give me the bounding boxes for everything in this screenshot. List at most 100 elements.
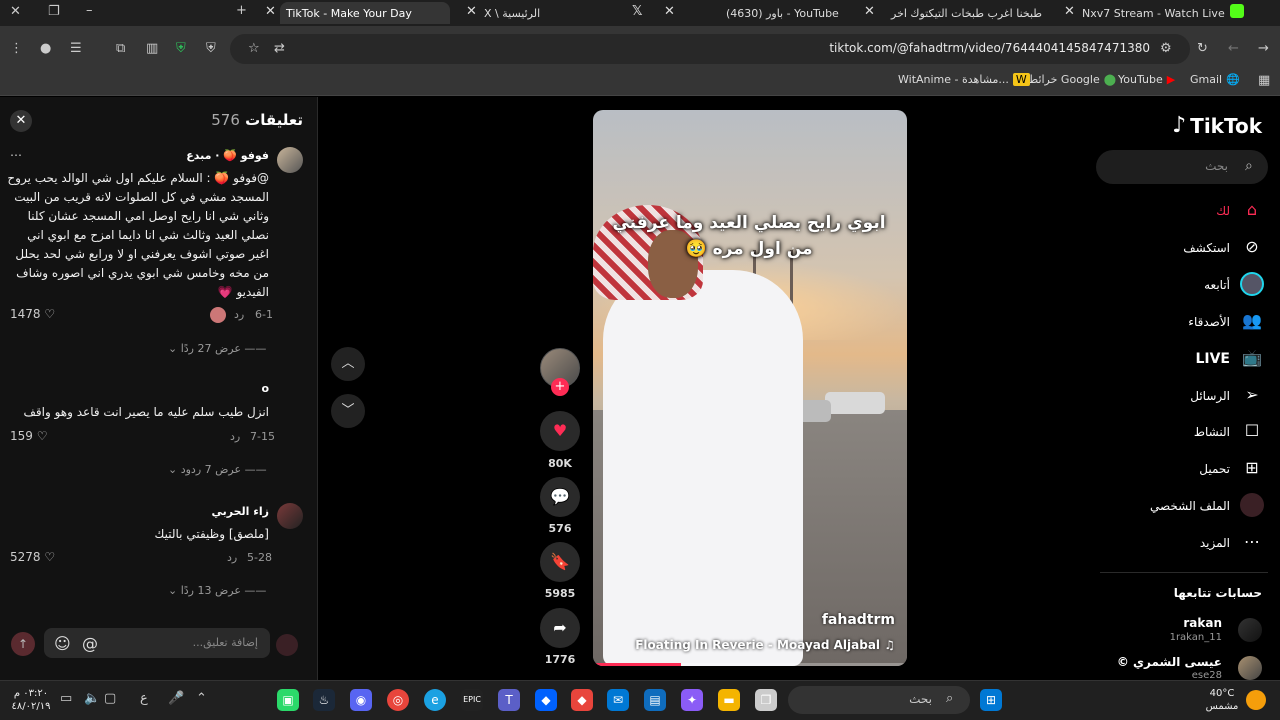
forward-icon[interactable]: ← bbox=[1228, 41, 1239, 56]
bookmark-youtube[interactable]: YouTube ▶ bbox=[1118, 73, 1175, 86]
friends-icon[interactable]: 👥 bbox=[1240, 309, 1264, 333]
live-icon[interactable]: 📺 bbox=[1240, 346, 1264, 370]
translate-icon[interactable]: ⇄ bbox=[274, 41, 285, 56]
view-replies-button[interactable]: —— عرض 13 ردًا ⌄ bbox=[168, 584, 266, 597]
view-replies-button[interactable]: —— عرض 7 ردود ⌄ bbox=[168, 463, 267, 476]
bookmark-gmail[interactable]: Gmail 🌐 bbox=[1190, 73, 1240, 86]
volume-icon[interactable]: 🔈 bbox=[84, 691, 100, 706]
nav-more[interactable]: المزيد bbox=[1200, 536, 1230, 550]
more-icon[interactable]: ⋯ bbox=[1240, 530, 1264, 554]
tab-close-icon[interactable]: ✕ bbox=[265, 4, 276, 19]
like-button[interactable]: ♥ bbox=[540, 411, 580, 451]
tiktok-logo[interactable]: ♪ TikTok bbox=[1172, 113, 1262, 138]
nav-messages[interactable]: الرسائل bbox=[1190, 389, 1230, 403]
xbox-app-icon[interactable]: ▣ bbox=[277, 689, 299, 711]
comment-username[interactable]: زاء الحربي bbox=[212, 505, 270, 518]
nav-live[interactable]: LIVE bbox=[1195, 351, 1230, 367]
search-icon[interactable]: ⌕ bbox=[1245, 158, 1253, 174]
extension-icon[interactable]: ▥ bbox=[146, 41, 158, 56]
comment-username[interactable]: فوفو 🍑 · مبدع bbox=[186, 149, 269, 162]
home-icon[interactable]: ⌂ bbox=[1240, 198, 1264, 222]
profile-avatar-icon[interactable]: ● bbox=[40, 41, 51, 56]
microphone-icon[interactable]: 🎤 bbox=[168, 691, 184, 706]
weather-widget[interactable]: 40°C مشمس bbox=[1204, 687, 1240, 713]
video-progress-bar[interactable] bbox=[593, 663, 907, 666]
tab-tiktok[interactable]: TikTok - Make Your Day bbox=[280, 2, 450, 24]
comment-username[interactable]: o bbox=[261, 382, 269, 395]
edge-icon[interactable]: e bbox=[424, 689, 446, 711]
following-avatar[interactable] bbox=[1238, 618, 1262, 642]
nav-for-you[interactable]: لك bbox=[1216, 204, 1230, 218]
comment-likes[interactable]: 1478 ♡ bbox=[10, 307, 55, 321]
following-name[interactable]: rakan bbox=[1183, 616, 1222, 630]
following-avatar-icon[interactable] bbox=[1240, 272, 1264, 296]
comment-button[interactable]: 💬 bbox=[540, 477, 580, 517]
restore-window-icon[interactable]: ❐ bbox=[48, 4, 60, 19]
epic-games-icon[interactable]: EPIC bbox=[461, 689, 483, 711]
previous-video-button[interactable]: ︿ bbox=[331, 347, 365, 381]
video-music[interactable]: Floating In Reverie - Moayad Aljabal ♫ bbox=[635, 638, 895, 652]
menu-dots-icon[interactable]: ⋮ bbox=[10, 41, 23, 56]
minimize-window-icon[interactable]: – bbox=[86, 3, 93, 18]
comment-input[interactable]: إضافة تعليق... bbox=[44, 628, 270, 658]
tab-youtube[interactable]: (4630) باور - YouTube bbox=[720, 2, 850, 24]
steam-icon[interactable]: ♨ bbox=[313, 689, 335, 711]
compass-icon[interactable]: ⊘ bbox=[1240, 235, 1264, 259]
comment-likes[interactable]: 159 ♡ bbox=[10, 429, 48, 443]
taskview-icon[interactable]: ❐ bbox=[755, 689, 777, 711]
tab-close-icon[interactable]: ✕ bbox=[1064, 4, 1075, 19]
reply-button[interactable]: رد bbox=[234, 308, 244, 321]
nav-friends[interactable]: الأصدقاء bbox=[1188, 315, 1230, 329]
url-text[interactable]: tiktok.com/@fahadtrm/video/7644404145847… bbox=[829, 41, 1150, 55]
tab-search-icon[interactable]: ☰ bbox=[70, 41, 82, 56]
outlook-icon[interactable]: ✉ bbox=[607, 689, 629, 711]
site-settings-icon[interactable]: ⚙ bbox=[1160, 41, 1172, 56]
windows-start-icon[interactable]: ⊞ bbox=[980, 689, 1002, 711]
app-diamond-icon[interactable]: ◆ bbox=[571, 689, 593, 711]
nav-activity[interactable]: النشاط bbox=[1194, 425, 1230, 439]
nav-profile[interactable]: الملف الشخصي bbox=[1150, 499, 1230, 513]
clock[interactable]: ٠٣:٢٠ م ٤٨/٠٢/١٩ bbox=[6, 687, 56, 713]
adblock-icon[interactable]: ⛨ bbox=[206, 41, 216, 56]
share-button[interactable]: ➦ bbox=[540, 608, 580, 648]
reply-button[interactable]: رد bbox=[230, 430, 240, 443]
language-indicator[interactable]: ع bbox=[140, 691, 148, 706]
reply-button[interactable]: رد bbox=[227, 551, 237, 564]
comment-likes[interactable]: 5278 ♡ bbox=[10, 550, 55, 564]
sun-icon[interactable] bbox=[1246, 690, 1266, 710]
send-comment-button[interactable]: ↑ bbox=[11, 632, 35, 656]
save-button[interactable]: 🔖 bbox=[540, 542, 580, 582]
following-name[interactable]: عيسى الشمري © bbox=[1117, 655, 1222, 669]
tab-x[interactable]: X \ الرئيسية bbox=[478, 2, 618, 24]
back-icon[interactable]: → bbox=[1258, 41, 1269, 56]
profile-icon[interactable] bbox=[1240, 493, 1264, 517]
video-username[interactable]: fahadtrm bbox=[822, 612, 895, 628]
new-tab-icon[interactable]: + bbox=[236, 3, 247, 18]
tab-close-icon[interactable]: ✕ bbox=[864, 4, 875, 19]
bookmark-witanime[interactable]: WitAnime - مشاهدة... W bbox=[898, 73, 1030, 86]
view-replies-button[interactable]: —— عرض 27 ردًا ⌄ bbox=[168, 342, 266, 355]
store-icon[interactable]: ▤ bbox=[644, 689, 666, 711]
battery-icon[interactable]: ▭ bbox=[60, 691, 72, 706]
tab-kick[interactable]: Nxv7 Stream - Watch Live on K bbox=[1076, 2, 1226, 24]
bookmark-maps[interactable]: خرائط Google ⬤ bbox=[1028, 73, 1116, 86]
nav-explore[interactable]: استكشف bbox=[1183, 241, 1230, 255]
reload-icon[interactable]: ↻ bbox=[1197, 41, 1208, 56]
dropbox-icon[interactable]: ◆ bbox=[535, 689, 557, 711]
activity-icon[interactable]: ☐ bbox=[1240, 419, 1264, 443]
copilot-icon[interactable]: ✦ bbox=[681, 689, 703, 711]
close-window-icon[interactable]: ✕ bbox=[10, 4, 21, 19]
teams-icon[interactable]: T bbox=[498, 689, 520, 711]
comment-more-icon[interactable]: … bbox=[10, 145, 22, 159]
nav-upload[interactable]: تحميل bbox=[1199, 462, 1230, 476]
network-icon[interactable]: ▢ bbox=[104, 691, 116, 706]
close-comments-button[interactable]: ✕ bbox=[10, 110, 32, 132]
file-explorer-icon[interactable]: ▬ bbox=[718, 689, 740, 711]
comment-avatar[interactable] bbox=[277, 147, 303, 173]
upload-icon[interactable]: ⊞ bbox=[1240, 456, 1264, 480]
next-video-button[interactable]: ﹀ bbox=[331, 394, 365, 428]
emoji-icon[interactable]: ☺ bbox=[54, 634, 71, 653]
tab-youtube-2[interactable]: طبخنا اغرب طبخات التيكتوك اخر bbox=[885, 2, 1045, 24]
video-player[interactable]: ابوي رايح يصلي العيد وما عرفني من اول مر… bbox=[593, 110, 907, 666]
following-avatar[interactable] bbox=[1238, 656, 1262, 680]
